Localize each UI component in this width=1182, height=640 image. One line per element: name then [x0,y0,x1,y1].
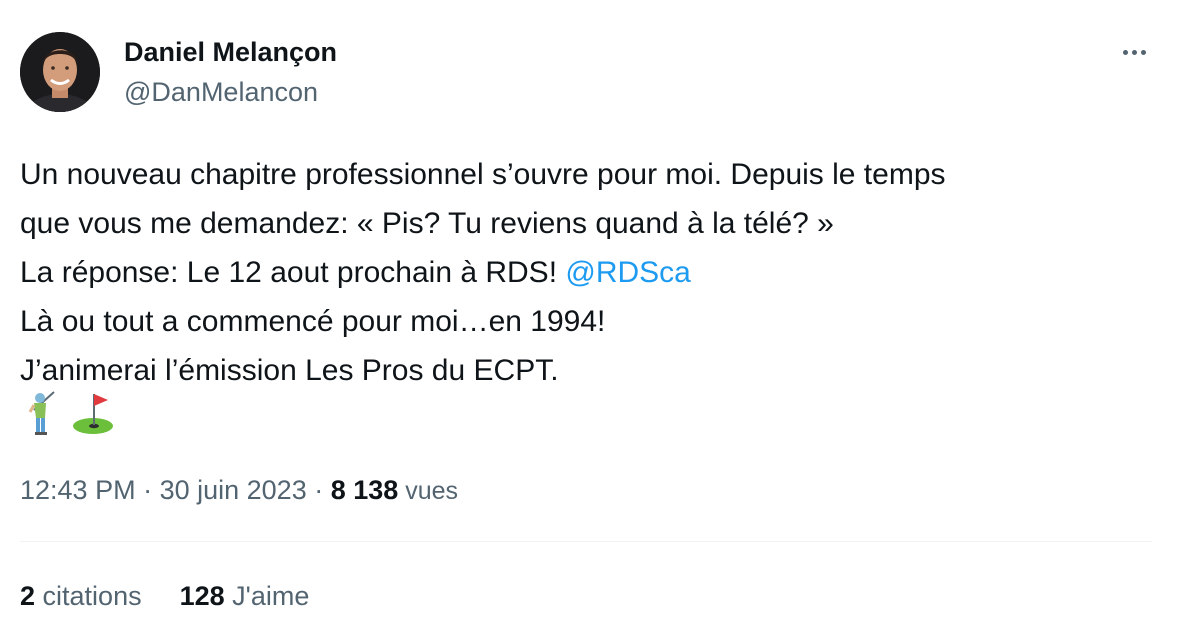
tweet-line: Un nouveau chapitre professionnel s’ouvr… [20,158,946,191]
tweet-time[interactable]: 12:43 PM [20,475,136,505]
tweet-line: que vous me demandez: « Pis? Tu reviens … [20,207,834,240]
views-label: vues [398,477,459,505]
engagement-stats: 2 citations 128 J'aime [20,578,309,614]
mention-link[interactable]: @RDSca [565,256,690,289]
author-handle[interactable]: @DanMelancon [124,76,318,108]
views-count: 8 138 [330,475,399,505]
likes-label: J'aime [224,581,310,611]
tweet-line-text: La réponse: Le 12 aout prochain à RDS! [20,256,566,289]
golfer-emoji [28,391,55,435]
meta-separator: · [306,475,331,505]
tweet-line: La réponse: Le 12 aout prochain à RDS! @… [20,248,1160,297]
meta-separator: · [135,475,160,505]
tweet-line: Là ou tout a commencé pour moi…en 1994! [20,305,606,338]
more-options-icon[interactable] [1112,36,1156,68]
author-name[interactable]: Daniel Melançon [124,36,337,68]
likes-stat[interactable]: 128 J'aime [180,581,310,611]
tweet-card: Daniel Melançon @DanMelancon Un nouveau … [0,0,1182,640]
divider [20,541,1152,542]
tweet-text: Un nouveau chapitre professionnel s’ouvr… [20,150,1160,395]
tweet-line: J’animerai l’émission Les Pros du ECPT. [20,354,559,387]
emoji-row [24,390,116,436]
tweet-date[interactable]: 30 juin 2023 [160,475,307,505]
flag-in-hole-emoji [73,394,113,434]
likes-count: 128 [179,581,225,611]
quotes-count: 2 [20,581,36,611]
avatar[interactable] [20,32,100,112]
avatar-image [20,32,100,112]
tweet-meta: 12:43 PM · 30 juin 2023 · 8 138 vues [20,472,458,509]
quotes-stat[interactable]: 2 citations [20,581,142,611]
quotes-label: citations [35,581,142,611]
